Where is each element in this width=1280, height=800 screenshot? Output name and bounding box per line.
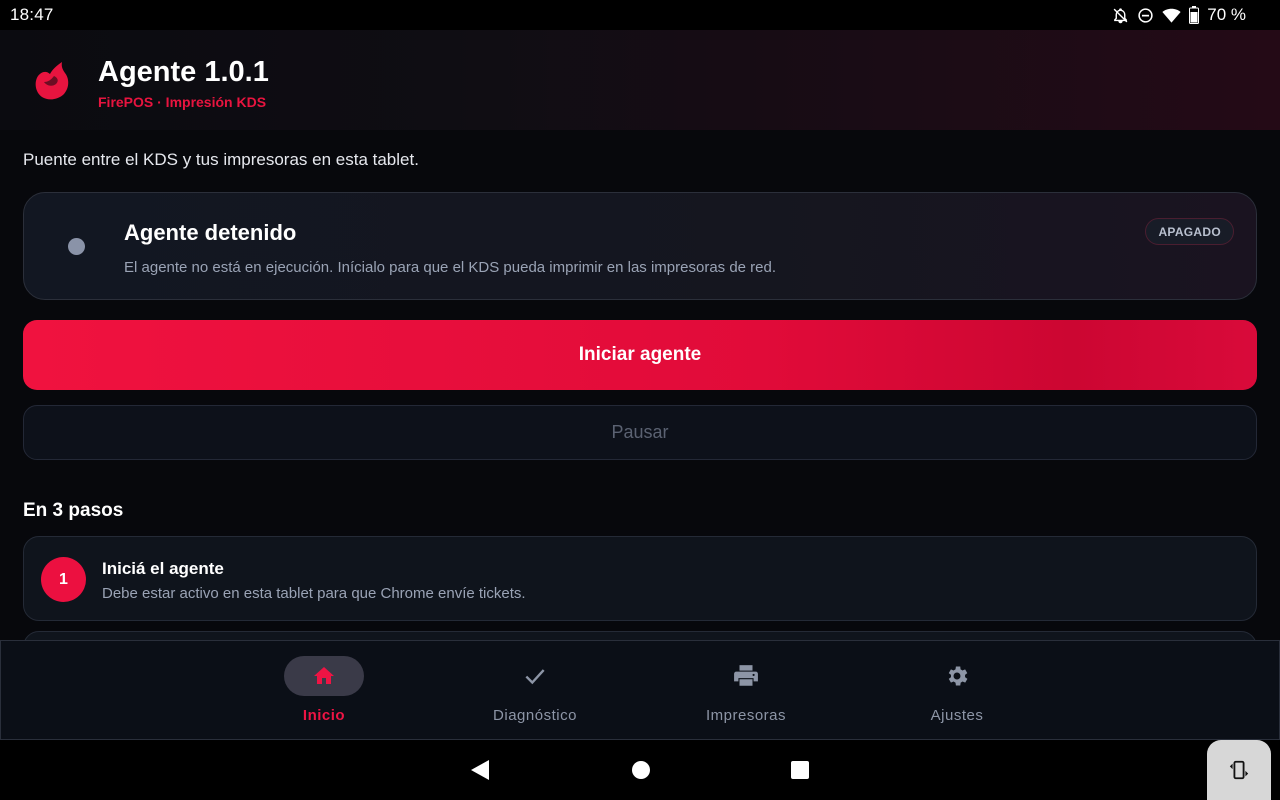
battery-icon — [1189, 6, 1200, 24]
status-icons: 70 % — [1112, 5, 1270, 25]
notifications-off-icon — [1113, 7, 1128, 23]
step-title: Iniciá el agente — [102, 559, 224, 578]
app-subtitle: FirePOS · Impresión KDS — [98, 94, 267, 110]
status-badge: APAGADO — [1145, 218, 1234, 245]
status-title: Agente detenido — [124, 220, 297, 245]
nav-item-impresoras[interactable]: Impresoras — [666, 641, 826, 741]
recents-square-icon[interactable] — [790, 759, 810, 781]
status-bar: 18:47 70 % — [0, 0, 1280, 30]
nav-icon-container — [917, 656, 997, 696]
steps-section-title: En 3 pasos — [23, 500, 124, 521]
gear-icon — [948, 666, 968, 686]
nav-label-diagnostico: Diagnóstico — [493, 707, 577, 724]
nav-label-inicio: Inicio — [302, 707, 346, 724]
step-description: Debe estar activo en esta tablet para qu… — [102, 585, 526, 602]
nav-icon-container — [495, 656, 575, 696]
home-circle-icon[interactable] — [631, 759, 651, 781]
status-time: 18:47 — [10, 5, 54, 24]
flame-logo-icon — [35, 62, 69, 100]
status-description: El agente no está en ejecución. Inícialo… — [124, 259, 777, 276]
rotate-icon — [1229, 760, 1249, 780]
check-icon — [525, 669, 545, 685]
home-icon — [314, 667, 334, 684]
nav-label-ajustes: Ajustes — [930, 707, 984, 724]
app-header: Agente 1.0.1 FirePOS · Impresión KDS — [0, 30, 1280, 130]
intro-text: Puente entre el KDS y tus impresoras en … — [23, 150, 419, 169]
rotate-screen-button[interactable] — [1207, 740, 1271, 800]
nav-label-impresoras: Impresoras — [705, 707, 787, 724]
start-agent-button[interactable]: Iniciar agente — [23, 320, 1257, 390]
nav-item-inicio[interactable]: Inicio — [244, 641, 404, 741]
nav-item-diagnostico[interactable]: Diagnóstico — [455, 641, 615, 741]
pause-button[interactable]: Pausar — [23, 405, 1257, 460]
bottom-navigation: Inicio Diagnóstico Impresoras Ajustes — [0, 640, 1280, 740]
step-number-badge: 1 — [41, 557, 86, 602]
printer-icon — [734, 665, 758, 686]
nav-item-ajustes[interactable]: Ajustes — [877, 641, 1037, 741]
app-title: Agente 1.0.1 — [98, 56, 269, 88]
nav-icon-container — [706, 656, 786, 696]
step-card: 1 Iniciá el agente Debe estar activo en … — [23, 536, 1257, 621]
wifi-icon — [1162, 8, 1181, 23]
system-navigation-bar — [0, 740, 1280, 800]
status-indicator-dot — [68, 238, 85, 255]
agent-status-card: Agente detenido El agente no está en eje… — [23, 192, 1257, 300]
battery-percent: 70 % — [1207, 5, 1246, 24]
do-not-disturb-icon — [1138, 7, 1153, 23]
nav-active-indicator — [284, 656, 364, 696]
back-icon[interactable] — [470, 759, 490, 781]
